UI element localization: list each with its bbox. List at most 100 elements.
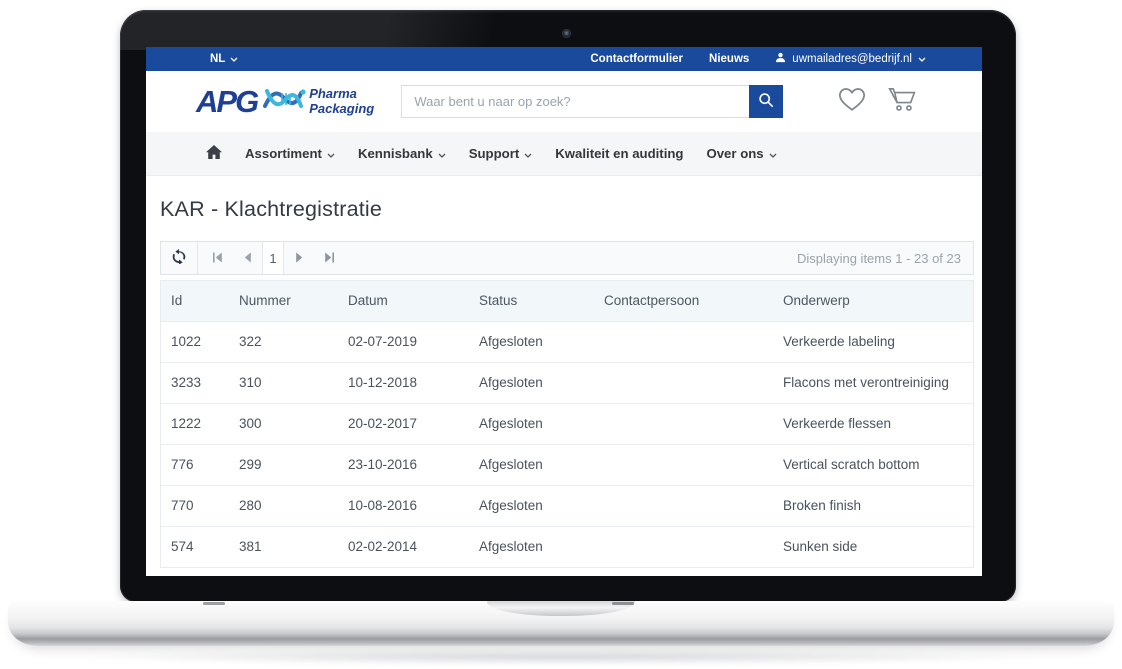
site-header: APG Pharma Packaging	[146, 71, 982, 132]
complaints-table: Id Nummer Datum Status Contactpersoon On…	[161, 281, 973, 567]
chevron-down-icon	[918, 53, 926, 65]
nav-item-over-ons[interactable]: Over ons	[706, 146, 776, 161]
cell-onderwerp: Vertical scratch bottom	[773, 444, 973, 485]
column-header-datum[interactable]: Datum	[338, 281, 469, 321]
heart-icon	[838, 87, 866, 117]
current-page[interactable]: 1	[262, 242, 284, 274]
cell-id: 1222	[161, 403, 229, 444]
cell-datum: 20-02-2017	[338, 403, 469, 444]
column-header-id[interactable]: Id	[161, 281, 229, 321]
topbar-links: Contactformulier Nieuws uwmailadres@bedr…	[590, 52, 926, 66]
table-row[interactable]: 3233 310 10-12-2018 Afgesloten Flacons m…	[161, 362, 973, 403]
chevron-down-icon	[230, 53, 238, 65]
nav-item-kennisbank[interactable]: Kennisbank	[358, 146, 446, 161]
cell-datum: 10-12-2018	[338, 362, 469, 403]
main-content: KAR - Klachtregistratie	[146, 197, 982, 568]
topbar: NL Contactformulier Nieuws uwmailadres@b…	[146, 47, 982, 71]
hinge-mark	[612, 602, 634, 605]
nav-item-label: Kwaliteit en auditing	[555, 146, 683, 161]
search-input[interactable]	[401, 85, 749, 118]
table-row[interactable]: 574 381 02-02-2014 Afgesloten Sunken sid…	[161, 526, 973, 567]
cell-id: 1022	[161, 321, 229, 362]
wishlist-button[interactable]	[838, 87, 866, 117]
laptop-mockup: NL Contactformulier Nieuws uwmailadres@b…	[0, 0, 1122, 669]
first-page-icon	[212, 251, 223, 266]
cell-datum: 23-10-2016	[338, 444, 469, 485]
display-status: Displaying items 1 - 23 of 23	[797, 251, 973, 266]
cell-nummer: 280	[229, 485, 338, 526]
table-row[interactable]: 770 280 10-08-2016 Afgesloten Broken fin…	[161, 485, 973, 526]
chevron-down-icon	[524, 146, 532, 161]
cart-button[interactable]	[888, 86, 916, 117]
cell-nummer: 381	[229, 526, 338, 567]
cell-status: Afgesloten	[469, 362, 594, 403]
nav-item-label: Assortiment	[245, 146, 322, 161]
cell-id: 3233	[161, 362, 229, 403]
cell-contactpersoon	[594, 444, 773, 485]
complaints-grid: Id Nummer Datum Status Contactpersoon On…	[160, 280, 974, 568]
logo-line1: Pharma	[309, 86, 357, 101]
user-icon	[775, 52, 786, 66]
chevron-down-icon	[769, 146, 777, 161]
topbar-link-contactformulier[interactable]: Contactformulier	[590, 53, 683, 65]
cell-datum: 02-07-2019	[338, 321, 469, 362]
last-page-icon	[324, 251, 335, 266]
table-row[interactable]: 776 299 23-10-2016 Afgesloten Vertical s…	[161, 444, 973, 485]
search-icon	[758, 92, 774, 111]
cell-contactpersoon	[594, 362, 773, 403]
cell-status: Afgesloten	[469, 444, 594, 485]
column-header-status[interactable]: Status	[469, 281, 594, 321]
search-button[interactable]	[749, 85, 783, 118]
prev-page-button[interactable]	[232, 242, 262, 274]
laptop-lid: NL Contactformulier Nieuws uwmailadres@b…	[120, 10, 1016, 602]
cell-nummer: 299	[229, 444, 338, 485]
grid-toolbar: 1 Displaying items 1 - 23 of 23	[160, 241, 974, 275]
chevron-down-icon	[327, 146, 335, 161]
cell-status: Afgesloten	[469, 526, 594, 567]
dna-icon	[262, 83, 306, 120]
table-row[interactable]: 1022 322 02-07-2019 Afgesloten Verkeerde…	[161, 321, 973, 362]
main-nav: Assortiment Kennisbank Support Kwaliteit…	[146, 132, 982, 176]
cell-nummer: 310	[229, 362, 338, 403]
prev-page-icon	[243, 251, 252, 266]
column-header-contactpersoon[interactable]: Contactpersoon	[594, 281, 773, 321]
cell-status: Afgesloten	[469, 321, 594, 362]
table-row[interactable]: 1222 300 20-02-2017 Afgesloten Verkeerde…	[161, 403, 973, 444]
cell-nummer: 300	[229, 403, 338, 444]
first-page-button[interactable]	[202, 242, 232, 274]
cell-id: 770	[161, 485, 229, 526]
nav-item-kwaliteit-en-auditing[interactable]: Kwaliteit en auditing	[555, 146, 683, 161]
search-box	[401, 85, 783, 118]
account-menu[interactable]: uwmailadres@bedrijf.nl	[775, 52, 926, 66]
next-page-icon	[295, 251, 304, 266]
refresh-icon	[171, 249, 187, 267]
cart-icon	[888, 86, 916, 117]
cell-contactpersoon	[594, 485, 773, 526]
logo-acronym: APG	[196, 86, 257, 117]
webcam-dot	[562, 29, 571, 38]
cell-onderwerp: Flacons met verontreiniging	[773, 362, 973, 403]
cell-datum: 02-02-2014	[338, 526, 469, 567]
language-selector[interactable]: NL	[210, 53, 238, 65]
cell-status: Afgesloten	[469, 485, 594, 526]
topbar-link-nieuws[interactable]: Nieuws	[709, 53, 749, 65]
pager: 1	[202, 242, 344, 274]
cell-contactpersoon	[594, 526, 773, 567]
column-header-nummer[interactable]: Nummer	[229, 281, 338, 321]
nav-home[interactable]	[206, 145, 222, 162]
cell-onderwerp: Verkeerde flessen	[773, 403, 973, 444]
nav-item-support[interactable]: Support	[469, 146, 533, 161]
logo[interactable]: APG Pharma Packaging	[196, 83, 389, 120]
account-email: uwmailadres@bedrijf.nl	[792, 53, 912, 65]
refresh-button[interactable]	[161, 242, 198, 274]
chevron-down-icon	[438, 146, 446, 161]
column-header-onderwerp[interactable]: Onderwerp	[773, 281, 973, 321]
cell-nummer: 322	[229, 321, 338, 362]
nav-item-label: Kennisbank	[358, 146, 433, 161]
laptop-reflection	[60, 649, 1062, 665]
cell-status: Afgesloten	[469, 403, 594, 444]
next-page-button[interactable]	[284, 242, 314, 274]
last-page-button[interactable]	[314, 242, 344, 274]
logo-wordmark: Pharma Packaging	[309, 87, 374, 115]
nav-item-assortiment[interactable]: Assortiment	[245, 146, 335, 161]
